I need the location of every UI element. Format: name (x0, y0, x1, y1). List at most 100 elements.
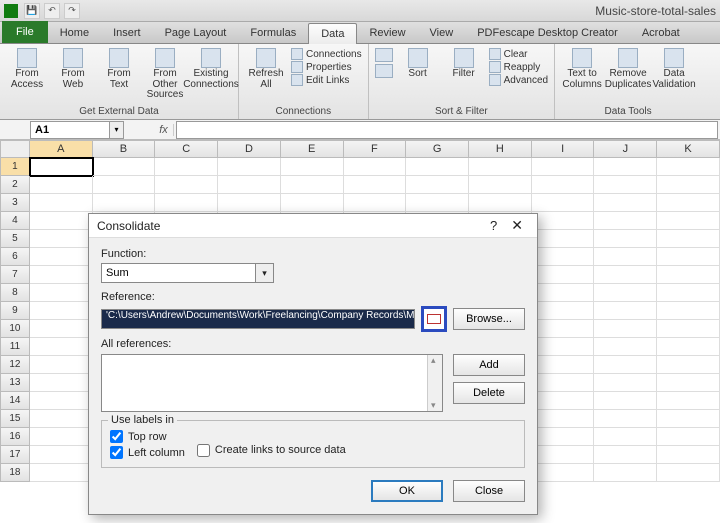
row-header[interactable]: 5 (0, 230, 30, 248)
cell[interactable] (657, 248, 720, 266)
cell[interactable] (657, 428, 720, 446)
cell[interactable] (344, 176, 407, 194)
cell[interactable] (532, 212, 595, 230)
col-header[interactable]: E (281, 140, 344, 158)
row-header[interactable]: 1 (0, 158, 30, 176)
cell[interactable] (532, 266, 595, 284)
top-row-checkbox[interactable]: Top row (110, 430, 185, 443)
cell[interactable] (218, 158, 281, 176)
sort-button[interactable]: Sort (397, 48, 439, 80)
cell[interactable] (532, 194, 595, 212)
col-header[interactable]: H (469, 140, 532, 158)
cell[interactable] (30, 464, 93, 482)
tab-home[interactable]: Home (48, 23, 101, 43)
cell[interactable] (594, 338, 657, 356)
row-header[interactable]: 3 (0, 194, 30, 212)
cell[interactable] (218, 194, 281, 212)
cell[interactable] (532, 320, 595, 338)
cell[interactable] (93, 158, 156, 176)
cell[interactable] (406, 176, 469, 194)
cell[interactable] (532, 428, 595, 446)
connections-button[interactable]: Connections (291, 48, 362, 60)
edit-links-button[interactable]: Edit Links (291, 74, 362, 86)
dialog-titlebar[interactable]: Consolidate ? ✕ (89, 214, 537, 238)
cell[interactable] (532, 284, 595, 302)
cell[interactable] (657, 356, 720, 374)
cell[interactable] (30, 212, 93, 230)
save-icon[interactable]: 💾 (24, 3, 40, 19)
reference-input[interactable]: 'C:\Users\Andrew\Documents\Work\Freelanc… (101, 309, 415, 329)
create-links-checkbox[interactable]: Create links to source data (197, 444, 346, 457)
cell[interactable] (532, 176, 595, 194)
cell[interactable] (532, 464, 595, 482)
cell[interactable] (155, 176, 218, 194)
cell[interactable] (594, 320, 657, 338)
row-header[interactable]: 14 (0, 392, 30, 410)
tab-file[interactable]: File (2, 21, 48, 43)
cell[interactable] (30, 446, 93, 464)
cell[interactable] (30, 158, 93, 176)
existing-connections-button[interactable]: ExistingConnections (190, 48, 232, 90)
tab-page-layout[interactable]: Page Layout (153, 23, 239, 43)
row-header[interactable]: 17 (0, 446, 30, 464)
text-to-columns-button[interactable]: Text toColumns (561, 48, 603, 90)
cell[interactable] (532, 158, 595, 176)
cell[interactable] (532, 410, 595, 428)
cell[interactable] (30, 176, 93, 194)
cell[interactable] (657, 266, 720, 284)
cell[interactable] (594, 302, 657, 320)
row-header[interactable]: 8 (0, 284, 30, 302)
cell[interactable] (657, 320, 720, 338)
cell[interactable] (532, 374, 595, 392)
tab-formulas[interactable]: Formulas (238, 23, 308, 43)
row-header[interactable]: 7 (0, 266, 30, 284)
advanced-button[interactable]: Advanced (489, 74, 548, 86)
cell[interactable] (30, 428, 93, 446)
formula-input[interactable] (176, 121, 718, 139)
row-header[interactable]: 10 (0, 320, 30, 338)
cell[interactable] (657, 230, 720, 248)
cell[interactable] (281, 176, 344, 194)
cell[interactable] (93, 176, 156, 194)
tab-data[interactable]: Data (308, 23, 357, 44)
cell[interactable] (532, 302, 595, 320)
row-header[interactable]: 13 (0, 374, 30, 392)
cell[interactable] (344, 158, 407, 176)
cell[interactable] (594, 410, 657, 428)
clear-button[interactable]: Clear (489, 48, 548, 60)
cell[interactable] (594, 446, 657, 464)
cell[interactable] (594, 284, 657, 302)
cell[interactable] (594, 266, 657, 284)
cell[interactable] (469, 158, 532, 176)
cell[interactable] (594, 194, 657, 212)
cell[interactable] (30, 230, 93, 248)
from-access-button[interactable]: FromAccess (6, 48, 48, 90)
cell[interactable] (594, 230, 657, 248)
cell[interactable] (594, 212, 657, 230)
cell[interactable] (30, 284, 93, 302)
fx-icon[interactable]: fx (154, 124, 174, 136)
cell[interactable] (594, 392, 657, 410)
refresh-all-button[interactable]: RefreshAll (245, 48, 287, 90)
cell[interactable] (532, 392, 595, 410)
cell[interactable] (594, 158, 657, 176)
all-references-list[interactable] (101, 354, 443, 412)
cell[interactable] (406, 158, 469, 176)
cell[interactable] (344, 194, 407, 212)
cell[interactable] (281, 158, 344, 176)
cell[interactable] (657, 158, 720, 176)
cell[interactable] (93, 194, 156, 212)
from-text-button[interactable]: FromText (98, 48, 140, 90)
cell[interactable] (30, 338, 93, 356)
browse-button[interactable]: Browse... (453, 308, 525, 330)
chevron-down-icon[interactable]: ▾ (256, 263, 274, 283)
cell[interactable] (657, 410, 720, 428)
cell[interactable] (30, 302, 93, 320)
cell[interactable] (30, 194, 93, 212)
tab-insert[interactable]: Insert (101, 23, 153, 43)
row-header[interactable]: 12 (0, 356, 30, 374)
cell[interactable] (30, 266, 93, 284)
tab-view[interactable]: View (418, 23, 466, 43)
cell[interactable] (594, 176, 657, 194)
collapse-dialog-button[interactable] (421, 306, 447, 332)
